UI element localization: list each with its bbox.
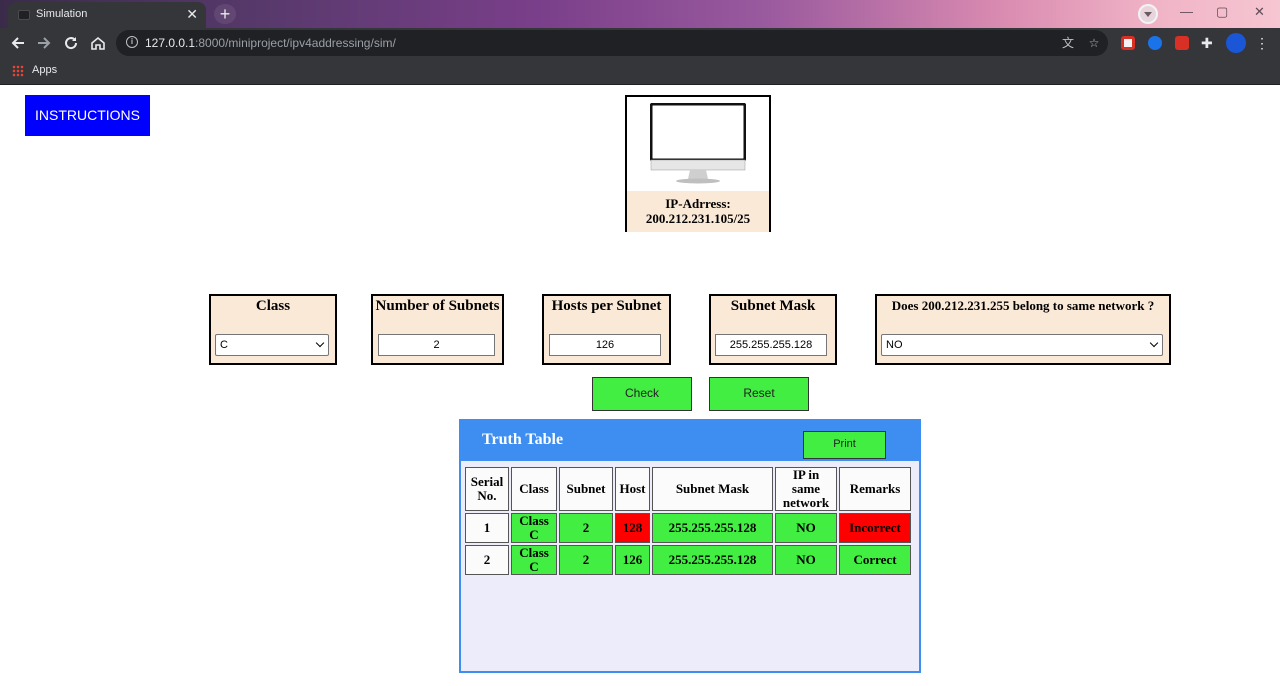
- col-remarks: Remarks: [839, 467, 911, 511]
- url-text[interactable]: 127.0.0.1:8000/miniproject/ipv4addressin…: [145, 36, 396, 50]
- subnets-field-title: Number of Subnets: [375, 298, 500, 314]
- truth-table-panel: Truth Table Print Serial No. Class Subne…: [459, 419, 921, 673]
- cell-serial: 2: [465, 545, 509, 575]
- cell-subnet-mask: 255.255.255.128: [652, 545, 773, 575]
- col-subnet: Subnet: [559, 467, 613, 511]
- reload-icon[interactable]: [61, 33, 81, 53]
- extensions-puzzle-icon[interactable]: ✚: [1201, 36, 1215, 50]
- ip-address-card: IP-Adrress: 200.212.231.105/25: [625, 95, 771, 232]
- ip-address-value: 200.212.231.105/25: [645, 211, 751, 226]
- cell-serial: 1: [465, 513, 509, 543]
- maximize-icon[interactable]: ▢: [1216, 4, 1228, 20]
- page-favicon-icon: [18, 10, 30, 20]
- chevron-down-icon: [1149, 338, 1159, 348]
- react-extension-icon[interactable]: [1148, 36, 1162, 50]
- browser-tab[interactable]: Simulation ✕: [8, 2, 206, 28]
- cell-subnet-mask: 255.255.255.128: [652, 513, 773, 543]
- apps-grid-icon[interactable]: [12, 65, 24, 77]
- class-field-title: Class: [255, 298, 291, 314]
- address-bar[interactable]: i 127.0.0.1:8000/miniproject/ipv4address…: [116, 30, 1108, 56]
- mask-field-box: Subnet Mask: [709, 294, 837, 365]
- col-host: Host: [615, 467, 650, 511]
- bookmarks-bar: Apps: [0, 58, 1280, 85]
- ip-address-label: IP-Adrress: 200.212.231.105/25: [627, 191, 769, 232]
- table-header-row: Serial No. Class Subnet Host Subnet Mask…: [465, 467, 911, 511]
- subnet-mask-input[interactable]: [715, 334, 827, 356]
- class-field-box: Class C: [209, 294, 337, 365]
- profile-avatar-icon[interactable]: [1226, 33, 1246, 53]
- chevron-down-icon: [315, 338, 325, 348]
- reset-button[interactable]: Reset: [709, 377, 809, 411]
- network-field-box: Does 200.212.231.255 belong to same netw…: [875, 294, 1171, 365]
- print-button[interactable]: Print: [803, 431, 886, 459]
- hosts-field-title: Hosts per Subnet: [551, 298, 662, 314]
- cell-host: 126: [615, 545, 650, 575]
- cell-same-network: NO: [775, 545, 837, 575]
- cell-subnet: 2: [559, 545, 613, 575]
- site-info-icon[interactable]: i: [126, 36, 138, 48]
- network-field-title: Does 200.212.231.255 belong to same netw…: [891, 298, 1155, 313]
- browser-toolbar: i 127.0.0.1:8000/miniproject/ipv4address…: [0, 28, 1280, 58]
- window-close-icon[interactable]: ✕: [1254, 4, 1265, 20]
- tab-strip: Simulation ✕ + — ▢ ✕: [0, 0, 1280, 28]
- cell-same-network: NO: [775, 513, 837, 543]
- hosts-field-box: Hosts per Subnet: [542, 294, 671, 365]
- table-row: 2 Class C 2 126 255.255.255.128 NO Corre…: [465, 545, 911, 575]
- red-extension-icon[interactable]: [1175, 36, 1189, 50]
- same-network-select[interactable]: NO: [881, 334, 1163, 356]
- forward-icon[interactable]: [34, 33, 54, 53]
- page-content: INSTRUCTIONS IP-Adrress: 200.212.231.105…: [0, 86, 1280, 686]
- menu-kebab-icon[interactable]: ⋮: [1252, 33, 1272, 53]
- back-icon[interactable]: [8, 33, 28, 53]
- apps-bookmark[interactable]: Apps: [32, 64, 57, 76]
- hosts-input[interactable]: [549, 334, 661, 356]
- instructions-button[interactable]: INSTRUCTIONS: [25, 95, 150, 136]
- minimize-icon[interactable]: —: [1180, 4, 1193, 19]
- tab-close-icon[interactable]: ✕: [186, 6, 198, 22]
- check-button[interactable]: Check: [592, 377, 692, 411]
- cell-class: Class C: [511, 545, 557, 575]
- computer-monitor-icon: [650, 103, 746, 184]
- col-serial: Serial No.: [465, 467, 509, 511]
- subnets-field-box: Number of Subnets: [371, 294, 504, 365]
- pocket-extension-icon[interactable]: [1121, 36, 1135, 50]
- tab-search-icon[interactable]: [1138, 4, 1158, 24]
- cell-class: Class C: [511, 513, 557, 543]
- cell-subnet: 2: [559, 513, 613, 543]
- truth-table: Serial No. Class Subnet Host Subnet Mask…: [463, 465, 913, 577]
- cell-host: 128: [615, 513, 650, 543]
- cell-remarks: Incorrect: [839, 513, 911, 543]
- home-icon[interactable]: [88, 33, 108, 53]
- col-subnet-mask: Subnet Mask: [652, 467, 773, 511]
- tab-title: Simulation: [36, 8, 88, 20]
- truth-table-title: Truth Table: [482, 431, 564, 448]
- translate-icon[interactable]: 文: [1060, 35, 1076, 51]
- table-row: 1 Class C 2 128 255.255.255.128 NO Incor…: [465, 513, 911, 543]
- cell-remarks: Correct: [839, 545, 911, 575]
- bookmark-star-icon[interactable]: ☆: [1086, 35, 1102, 51]
- subnets-input[interactable]: [378, 334, 495, 356]
- col-same-network: IP in same network: [775, 467, 837, 511]
- col-class: Class: [511, 467, 557, 511]
- mask-field-title: Subnet Mask: [730, 298, 816, 314]
- truth-table-header: Truth Table Print: [461, 421, 919, 461]
- new-tab-button[interactable]: +: [214, 4, 236, 24]
- class-select[interactable]: C: [215, 334, 329, 356]
